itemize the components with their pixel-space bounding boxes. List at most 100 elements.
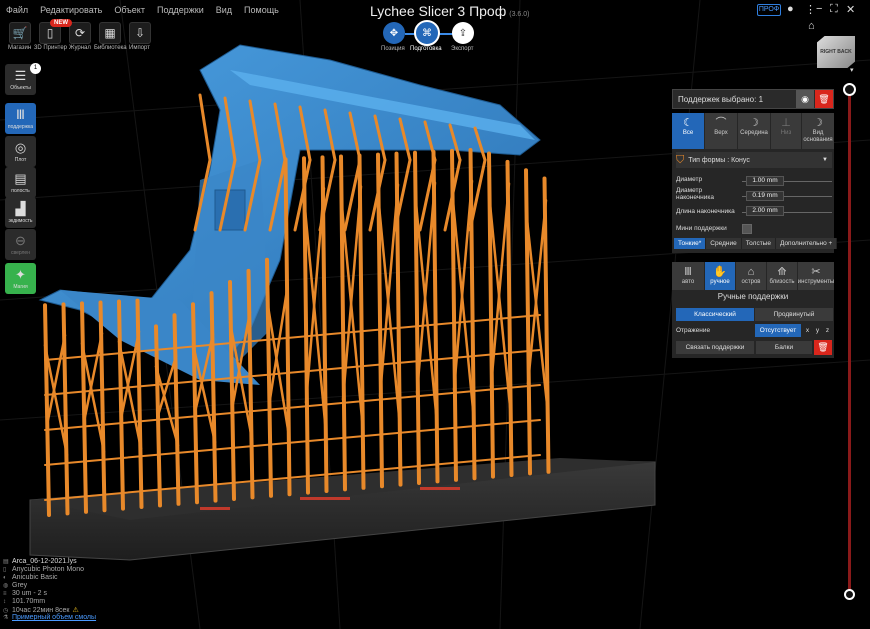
support-strut <box>45 334 67 427</box>
tab-auto-label: авто <box>681 279 695 285</box>
tab-base-label: Вид основания <box>803 130 833 143</box>
tab-base-view[interactable]: ☽ Вид основания <box>802 113 834 149</box>
clock-icon: ◷ <box>3 607 9 614</box>
tab-top-label: Верх <box>714 130 728 136</box>
cube-face-back: BACK <box>837 49 852 55</box>
home-icon[interactable]: ⌂ <box>808 20 815 32</box>
close-icon[interactable]: ✕ <box>846 3 855 16</box>
hollow-icon: ▤ <box>14 171 27 186</box>
maximize-icon[interactable]: ⛶ <box>830 3 838 16</box>
cube-dropdown-icon[interactable]: ▾ <box>850 66 854 74</box>
tab-proximity-label: близость <box>769 279 795 285</box>
tab-auto[interactable]: Ⅲавто <box>672 262 704 290</box>
tab-island[interactable]: ⌂ остров <box>736 262 766 290</box>
tab-middle[interactable]: ☽ Середина <box>738 113 770 149</box>
info-height: ↕ 101.70mm <box>3 598 45 605</box>
layer-slider-bottom-handle[interactable] <box>844 589 855 600</box>
support-strut <box>198 93 212 162</box>
preset-advanced[interactable]: Дополнительно + <box>775 238 838 249</box>
objects-label: Объекты <box>10 85 31 91</box>
mirror-x-button[interactable]: x <box>803 324 812 337</box>
raft-button[interactable]: ◎ Плот <box>5 136 36 167</box>
shape-type-select[interactable]: ⛉ Тип формы : Конус ▼ <box>676 152 832 168</box>
hollow-button[interactable]: ▤ полость <box>5 167 36 198</box>
menu-supports[interactable]: Поддержки <box>151 5 210 15</box>
manual-title: Ручные поддержки <box>717 292 789 301</box>
menu-object[interactable]: Объект <box>108 5 151 15</box>
support-strut <box>357 153 366 490</box>
mode-export-button[interactable]: ⇪ <box>452 22 474 44</box>
menu-view[interactable]: Вид <box>210 5 238 15</box>
advanced-mode-button[interactable]: Продвинутый <box>755 308 833 321</box>
menu-dots-icon[interactable]: ⋮ <box>805 3 816 16</box>
drill-button[interactable]: ⊖ сверлен <box>5 229 36 260</box>
tab-top[interactable]: ⌒ Верх <box>705 113 737 149</box>
library-label: Библиотека <box>94 45 127 51</box>
resin-name-text: Anicubic Basic <box>12 574 58 581</box>
tab-tools[interactable]: ✂ инструменты <box>798 262 834 290</box>
library-button[interactable]: ▦ <box>99 22 121 44</box>
magic-wand-icon: ✦ <box>15 267 26 282</box>
layer-icon: ≡ <box>3 590 7 597</box>
preset-medium[interactable]: Средние <box>706 238 742 249</box>
base-icon: ☽ <box>813 117 823 129</box>
layer-text: 30 um - 2 s <box>12 590 48 597</box>
classic-mode-button[interactable]: Классический <box>676 308 754 321</box>
moon-icon: ☾ <box>683 117 693 129</box>
preset-thin[interactable]: Тонкие* <box>674 238 707 249</box>
menu-edit[interactable]: Редактировать <box>34 5 108 15</box>
diameter-input[interactable]: 1.00 mm <box>746 176 784 186</box>
printer-name-text: Anycubic Photon Mono <box>12 566 84 573</box>
cube-face-right: RIGHT <box>820 49 836 55</box>
top-support-icon: ⌒ <box>715 117 727 129</box>
link-supports-button[interactable]: Связать поддержки <box>676 341 754 354</box>
info-resin-volume[interactable]: ⚗ Примерный объем смолы <box>3 614 96 621</box>
tab-bottom[interactable]: ⊥ Низ <box>771 113 801 149</box>
mode-prepare-button[interactable]: ⌘ <box>414 20 440 46</box>
printer-label: 3D Принтер <box>34 45 68 51</box>
delete-manual-button[interactable]: 🗑 <box>814 340 832 355</box>
minimize-icon[interactable]: − <box>816 3 822 15</box>
mini-supports-checkbox[interactable] <box>742 224 752 234</box>
menu-file[interactable]: Файл <box>0 5 34 15</box>
visibility-button[interactable]: ▟ экдимость <box>5 197 36 228</box>
journal-button[interactable]: ⟳ <box>69 22 91 44</box>
tip-diameter-input[interactable]: 0.19 mm <box>746 191 784 201</box>
shape-type-value: Тип формы : Конус <box>688 156 750 164</box>
delete-supports-button[interactable]: 🗑 <box>815 90 833 108</box>
mirror-z-button[interactable]: z <box>823 324 832 337</box>
journal-icon: ⟳ <box>74 26 86 40</box>
cone-icon: ⛉ <box>676 153 685 166</box>
app-version: (3.6.0) <box>509 11 530 18</box>
beams-button[interactable]: Балки <box>756 341 812 354</box>
resin-volume-link[interactable]: Примерный объем смолы <box>12 614 96 621</box>
view-cube[interactable]: RIGHT BACK <box>817 36 855 68</box>
mode-position-label: Позиция <box>381 46 405 52</box>
layer-slider-top-handle[interactable] <box>843 83 856 96</box>
hollow-label: полость <box>11 188 30 194</box>
tab-manual[interactable]: ✋ ручное <box>705 262 735 290</box>
hide-supports-button[interactable]: ◉ <box>796 90 814 108</box>
magic-button[interactable]: ✦ Магия <box>5 263 36 294</box>
mode-position-button[interactable]: ✥ <box>383 22 405 44</box>
volume-icon: ⚗ <box>3 615 9 621</box>
pro-badge[interactable]: ПРОФ <box>757 4 781 16</box>
preset-thick[interactable]: Толстые <box>741 238 776 249</box>
info-resin: ◐ Anicubic Basic <box>3 574 58 581</box>
tab-proximity[interactable]: ⟰ близость <box>767 262 797 290</box>
tip-length-input[interactable]: 2.00 mm <box>746 206 784 216</box>
tab-all[interactable]: ☾ Все <box>672 113 704 149</box>
support-strut <box>265 257 273 498</box>
account-icon[interactable]: ● <box>787 3 794 15</box>
mirror-y-button[interactable]: y <box>813 324 822 337</box>
diameter-label: Диаметр <box>676 176 703 183</box>
tab-tools-label: инструменты <box>797 279 835 285</box>
layer-slider-track[interactable] <box>848 88 851 593</box>
menu-help[interactable]: Помощь <box>238 5 285 15</box>
supports-tool-button[interactable]: Ⅲподдержка <box>5 103 36 134</box>
import-button[interactable]: ⇩ <box>129 22 151 44</box>
file-name-text: Arca_06-12-2021.lys <box>12 558 77 565</box>
drill-label: сверлен <box>11 250 30 256</box>
mirror-none-button[interactable]: Отсутствует <box>755 324 801 337</box>
store-button[interactable]: 🛒 <box>9 22 31 44</box>
